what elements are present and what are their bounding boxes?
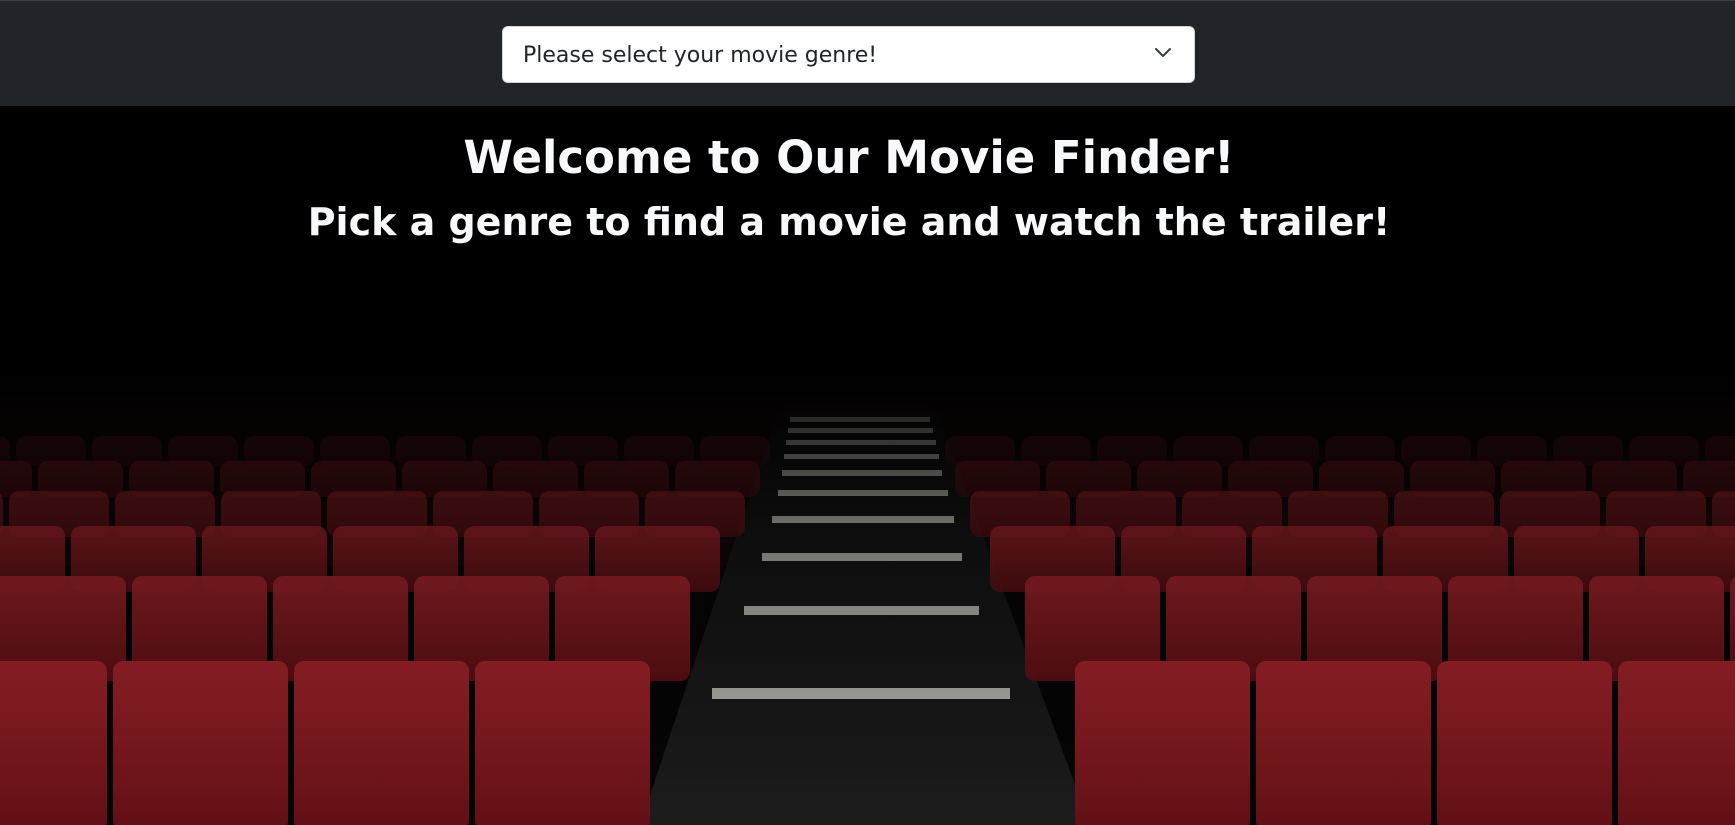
genre-select-dropdown[interactable]: Please select your movie genre! <box>502 26 1195 83</box>
genre-select-value: Please select your movie genre! <box>523 43 878 68</box>
page: Please select your movie genre! Welcome … <box>0 0 1735 825</box>
top-navbar: Please select your movie genre! <box>0 0 1735 106</box>
hero-subtitle: Pick a genre to find a movie and watch t… <box>307 200 1391 244</box>
chevron-down-icon <box>1155 48 1171 57</box>
hero-title: Welcome to Our Movie Finder! <box>463 131 1235 184</box>
hero-section: Welcome to Our Movie Finder! Pick a genr… <box>0 106 1735 825</box>
